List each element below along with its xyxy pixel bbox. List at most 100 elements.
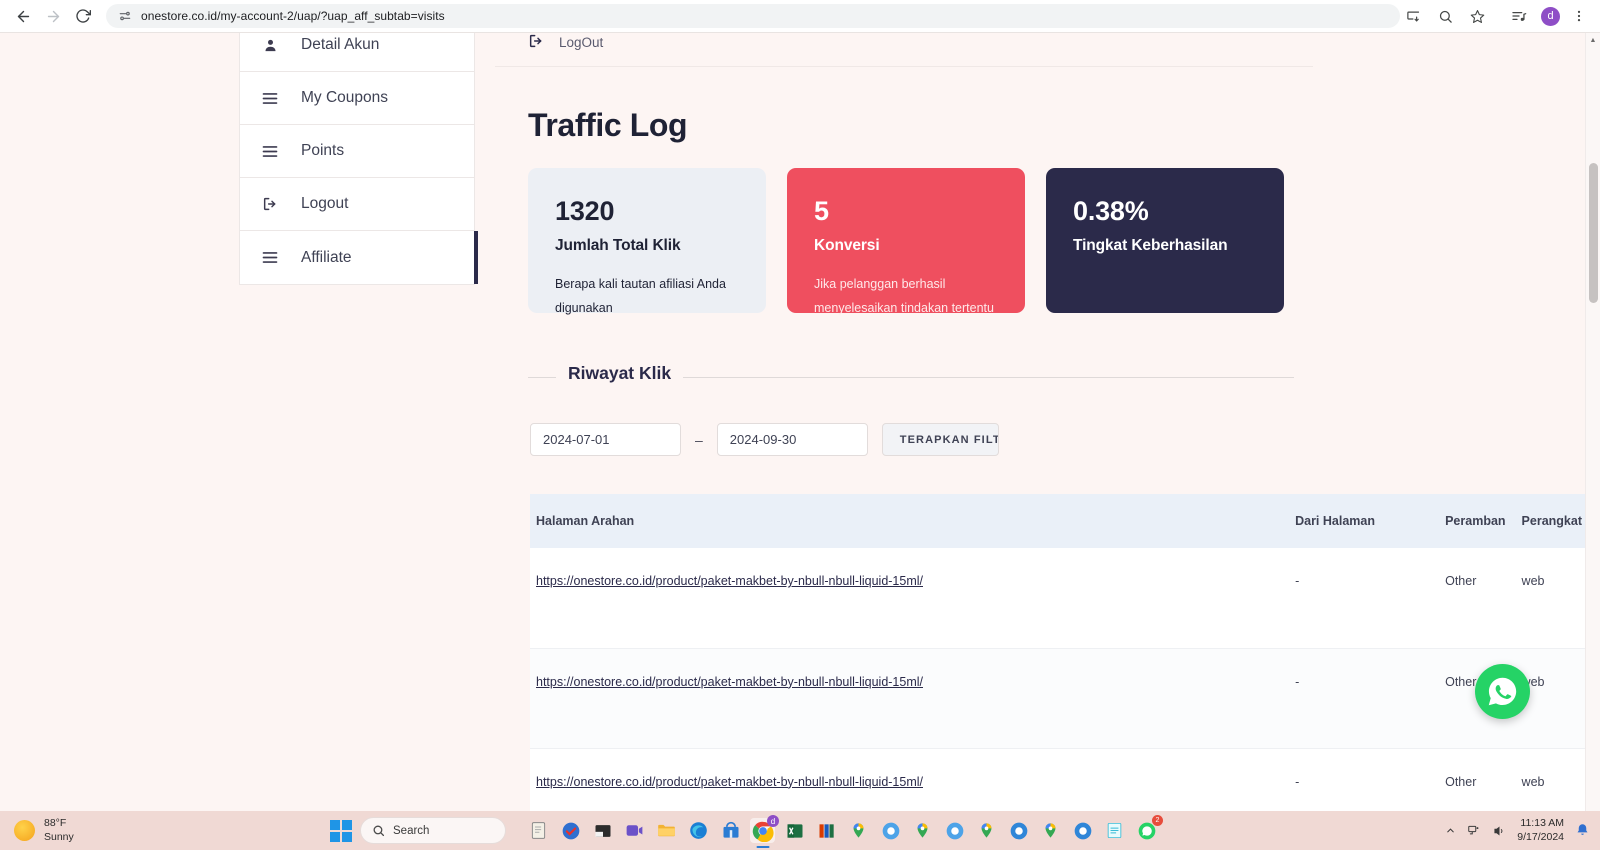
click-history-section: Riwayat Klik – TERAPKAN FILTER Halaman A… <box>528 363 1590 811</box>
stat-card-success-rate: 0.38% Tingkat Keberhasilan <box>1046 168 1284 313</box>
install-app-icon[interactable] <box>1400 3 1426 29</box>
back-button[interactable] <box>8 1 38 31</box>
landing-page-link[interactable]: https://onestore.co.id/product/paket-mak… <box>536 675 923 689</box>
table-row: https://onestore.co.id/product/paket-mak… <box>530 548 1590 649</box>
show-hidden-icons-chevron[interactable] <box>1445 825 1456 836</box>
logout-link[interactable]: LogOut <box>495 33 1313 67</box>
stat-card-total-clicks: 1320 Jumlah Total Klik Berapa kali tauta… <box>528 168 766 315</box>
taskbar-app-excel[interactable] <box>782 818 807 843</box>
forward-button[interactable] <box>38 1 68 31</box>
taskbar-center: Search d 2 <box>330 815 1163 844</box>
table-row: https://onestore.co.id/product/paket-mak… <box>530 648 1590 749</box>
sidebar-item-label: Logout <box>301 195 349 212</box>
date-to-input[interactable] <box>716 423 868 456</box>
zoom-icon[interactable] <box>1432 3 1458 29</box>
taskbar-app-maps-2[interactable] <box>910 818 935 843</box>
sidebar-item-my-coupons[interactable]: My Coupons <box>240 72 474 125</box>
stat-value: 0.38% <box>1073 196 1149 226</box>
sidebar-item-label: Points <box>301 142 345 159</box>
table-header-row: Halaman Arahan Dari Halaman Peramban Per… <box>530 494 1590 548</box>
address-bar[interactable]: onestore.co.id/my-account-2/uap/?uap_aff… <box>106 4 1400 28</box>
page-title: Traffic Log <box>528 107 688 143</box>
taskbar-app-whatsapp[interactable]: 2 <box>1134 815 1163 843</box>
whatsapp-button[interactable] <box>1475 664 1530 719</box>
user-icon <box>261 38 279 53</box>
cell-from-page: - <box>1287 548 1438 649</box>
taskbar-app-edge[interactable] <box>686 818 711 843</box>
column-header-from-page: Dari Halaman <box>1287 494 1438 548</box>
scroll-up-arrow[interactable]: ▲ <box>1586 33 1600 48</box>
cell-landing-page: https://onestore.co.id/product/paket-mak… <box>530 548 1288 649</box>
sidebar-item-points[interactable]: Points <box>240 125 474 178</box>
sidebar-item-logout[interactable]: Logout <box>240 178 474 231</box>
cell-browser: Other <box>1437 748 1514 811</box>
taskbar-app-notepad[interactable] <box>1102 818 1127 843</box>
column-header-device: Perangkat <box>1513 494 1590 548</box>
taskbar-search[interactable]: Search <box>360 817 506 844</box>
account-sidebar: Detail Akun My Coupons Points Logout Aff… <box>239 33 478 285</box>
sun-icon <box>14 820 35 841</box>
page-viewport: Detail Akun My Coupons Points Logout Aff… <box>0 33 1600 811</box>
taskbar-app-chrome-window-3[interactable] <box>1006 818 1031 843</box>
page-scrollbar[interactable]: ▲ <box>1585 33 1600 811</box>
taskbar-app-chrome-window-4[interactable] <box>1070 818 1095 843</box>
main-content: LogOut Traffic Log 1320 Jumlah Total Kli… <box>495 33 1590 811</box>
volume-icon[interactable] <box>1492 824 1506 838</box>
chrome-menu-icon[interactable] <box>1566 3 1592 29</box>
landing-page-link[interactable]: https://onestore.co.id/product/paket-mak… <box>536 775 923 789</box>
stat-label: Konversi <box>814 237 880 254</box>
logout-icon <box>528 33 544 52</box>
sidebar-item-detail-akun[interactable]: Detail Akun <box>240 33 474 72</box>
date-range-separator: – <box>695 431 703 448</box>
weather-temperature: 88°F <box>44 817 67 830</box>
start-button[interactable] <box>330 819 352 842</box>
taskbar-app-task-manager[interactable] <box>526 818 551 843</box>
logout-icon <box>261 196 279 212</box>
chrome-profile-badge: d <box>767 815 779 827</box>
cell-landing-page: https://onestore.co.id/product/paket-mak… <box>530 748 1288 811</box>
search-placeholder: Search <box>393 824 430 837</box>
weather-condition: Sunny <box>44 830 74 843</box>
sidebar-item-affiliate[interactable]: Affiliate <box>240 231 478 284</box>
clock-date: 9/17/2024 <box>1517 830 1564 843</box>
media-controls-icon[interactable] <box>1506 3 1532 29</box>
table-row: https://onestore.co.id/product/paket-mak… <box>530 748 1590 811</box>
taskbar-app-chrome[interactable]: d <box>750 815 779 843</box>
weather-widget[interactable]: 88°F Sunny <box>0 817 330 843</box>
cell-browser: Other <box>1437 548 1514 649</box>
traffic-log-table: Halaman Arahan Dari Halaman Peramban Per… <box>530 494 1590 811</box>
scrollbar-thumb[interactable] <box>1589 163 1598 303</box>
stat-description: Jika pelanggan berhasil menyelesaikan ti… <box>814 277 994 315</box>
sidebar-item-label: Affiliate <box>301 248 352 266</box>
taskbar-app-terminal[interactable] <box>590 818 615 843</box>
stat-value: 1320 <box>555 196 615 226</box>
bookmark-star-icon[interactable] <box>1464 3 1490 29</box>
taskbar-app-antivirus[interactable] <box>558 818 583 843</box>
taskbar-app-maps-4[interactable] <box>1038 818 1063 843</box>
site-info-icon[interactable] <box>118 9 132 23</box>
sidebar-item-label: Detail Akun <box>301 36 380 53</box>
stat-card-conversions: 5 Konversi Jika pelanggan berhasil menye… <box>787 168 1025 315</box>
taskbar-app-file-explorer[interactable] <box>654 818 679 843</box>
taskbar-app-office[interactable] <box>814 818 839 843</box>
stat-label: Jumlah Total Klik <box>555 237 681 254</box>
taskbar-app-microsoft-store[interactable] <box>718 818 743 843</box>
taskbar-app-teams[interactable] <box>622 818 647 843</box>
cell-landing-page: https://onestore.co.id/product/paket-mak… <box>530 648 1288 749</box>
apply-filter-button[interactable]: TERAPKAN FILTER <box>881 423 999 456</box>
network-icon[interactable] <box>1467 824 1481 838</box>
profile-avatar[interactable]: d <box>1541 6 1560 26</box>
taskbar-clock[interactable]: 11:13 AM 9/17/2024 <box>1517 817 1564 844</box>
stat-description: Berapa kali tautan afiliasi Anda digunak… <box>555 277 726 315</box>
reload-button[interactable] <box>68 1 98 31</box>
cell-device: web <box>1513 548 1590 649</box>
taskbar-app-chrome-window-1[interactable] <box>878 818 903 843</box>
stats-row: 1320 Jumlah Total Klik Berapa kali tauta… <box>495 144 1313 315</box>
landing-page-link[interactable]: https://onestore.co.id/product/paket-mak… <box>536 574 923 588</box>
date-from-input[interactable] <box>530 423 681 456</box>
notification-bell-icon[interactable] <box>1575 823 1590 838</box>
taskbar-app-chrome-window-2[interactable] <box>942 818 967 843</box>
taskbar-app-maps[interactable] <box>846 818 871 843</box>
cell-from-page: - <box>1287 648 1438 749</box>
taskbar-app-maps-3[interactable] <box>974 818 999 843</box>
